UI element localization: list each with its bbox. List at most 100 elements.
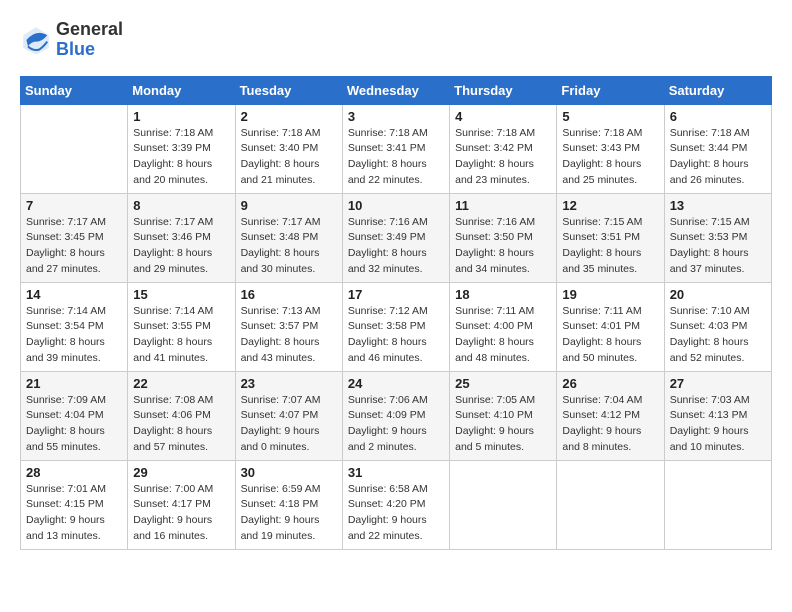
weekday-header-sunday: Sunday <box>21 76 128 104</box>
calendar-cell: 29Sunrise: 7:00 AM Sunset: 4:17 PM Dayli… <box>128 460 235 549</box>
weekday-header-friday: Friday <box>557 76 664 104</box>
calendar-cell: 30Sunrise: 6:59 AM Sunset: 4:18 PM Dayli… <box>235 460 342 549</box>
weekday-header-monday: Monday <box>128 76 235 104</box>
calendar-cell: 8 Sunrise: 7:17 AM Sunset: 3:46 PM Daylig… <box>128 193 235 282</box>
calendar-cell <box>664 460 771 549</box>
calendar-cell: 15 Sunrise: 7:14 AM Sunset: 3:55 PM Dayli… <box>128 282 235 371</box>
day-info: Sunrise: 7:08 AM Sunset: 4:06 PM Dayligh… <box>133 393 229 456</box>
day-number: 27 <box>670 376 766 391</box>
day-info: Sunrise: 7:13 AM Sunset: 3:57 PM Dayligh… <box>241 304 337 367</box>
logo-icon <box>20 24 52 56</box>
calendar-cell: 4Sunrise: 7:18 AM Sunset: 3:42 PM Daylig… <box>450 104 557 193</box>
day-info: Sunrise: 7:18 AM Sunset: 3:39 PM Dayligh… <box>133 126 229 189</box>
calendar-cell: 13Sunrise: 7:15 AM Sunset: 3:53 PM Dayli… <box>664 193 771 282</box>
day-number: 19 <box>562 287 658 302</box>
day-number: 23 <box>241 376 337 391</box>
logo-general: General <box>56 20 123 40</box>
day-number: 15 <box>133 287 229 302</box>
day-number: 10 <box>348 198 444 213</box>
calendar-cell: 27 Sunrise: 7:03 AM Sunset: 4:13 PM Dayli… <box>664 371 771 460</box>
page-header: GeneralBlue <box>20 20 772 60</box>
calendar-cell: 1 Sunrise: 7:18 AM Sunset: 3:39 PM Daylig… <box>128 104 235 193</box>
weekday-header-saturday: Saturday <box>664 76 771 104</box>
day-number: 2 <box>241 109 337 124</box>
calendar-cell: 3 Sunrise: 7:18 AM Sunset: 3:41 PM Daylig… <box>342 104 449 193</box>
day-info: Sunrise: 7:14 AM Sunset: 3:55 PM Dayligh… <box>133 304 229 367</box>
day-number: 11 <box>455 198 551 213</box>
calendar-cell: 24 Sunrise: 7:06 AM Sunset: 4:09 PM Dayli… <box>342 371 449 460</box>
weekday-header-row: SundayMondayTuesdayWednesdayThursdayFrid… <box>21 76 772 104</box>
day-number: 18 <box>455 287 551 302</box>
day-number: 20 <box>670 287 766 302</box>
day-info: Sunrise: 7:15 AM Sunset: 3:51 PM Dayligh… <box>562 215 658 278</box>
day-info: Sunrise: 7:04 AM Sunset: 4:12 PM Dayligh… <box>562 393 658 456</box>
day-info: Sunrise: 7:12 AM Sunset: 3:58 PM Dayligh… <box>348 304 444 367</box>
day-number: 26 <box>562 376 658 391</box>
day-number: 25 <box>455 376 551 391</box>
calendar-cell: 25Sunrise: 7:05 AM Sunset: 4:10 PM Dayli… <box>450 371 557 460</box>
calendar-cell: 23 Sunrise: 7:07 AM Sunset: 4:07 PM Dayli… <box>235 371 342 460</box>
calendar-cell <box>557 460 664 549</box>
day-info: Sunrise: 7:07 AM Sunset: 4:07 PM Dayligh… <box>241 393 337 456</box>
day-info: Sunrise: 7:03 AM Sunset: 4:13 PM Dayligh… <box>670 393 766 456</box>
calendar-cell: 19 Sunrise: 7:11 AM Sunset: 4:01 PM Dayli… <box>557 282 664 371</box>
calendar-cell: 18 Sunrise: 7:11 AM Sunset: 4:00 PM Dayli… <box>450 282 557 371</box>
day-number: 13 <box>670 198 766 213</box>
calendar-cell: 9Sunrise: 7:17 AM Sunset: 3:48 PM Daylig… <box>235 193 342 282</box>
day-info: Sunrise: 7:16 AM Sunset: 3:50 PM Dayligh… <box>455 215 551 278</box>
calendar-cell: 12 Sunrise: 7:15 AM Sunset: 3:51 PM Dayli… <box>557 193 664 282</box>
day-number: 21 <box>26 376 122 391</box>
day-info: Sunrise: 7:17 AM Sunset: 3:45 PM Dayligh… <box>26 215 122 278</box>
calendar-cell: 5Sunrise: 7:18 AM Sunset: 3:43 PM Daylig… <box>557 104 664 193</box>
day-info: Sunrise: 7:09 AM Sunset: 4:04 PM Dayligh… <box>26 393 122 456</box>
calendar-cell <box>21 104 128 193</box>
calendar-body: 1 Sunrise: 7:18 AM Sunset: 3:39 PM Daylig… <box>21 104 772 549</box>
day-number: 29 <box>133 465 229 480</box>
day-number: 31 <box>348 465 444 480</box>
day-info: Sunrise: 7:18 AM Sunset: 3:41 PM Dayligh… <box>348 126 444 189</box>
day-info: Sunrise: 7:11 AM Sunset: 4:00 PM Dayligh… <box>455 304 551 367</box>
calendar-cell: 11 Sunrise: 7:16 AM Sunset: 3:50 PM Dayli… <box>450 193 557 282</box>
day-info: Sunrise: 7:16 AM Sunset: 3:49 PM Dayligh… <box>348 215 444 278</box>
day-number: 7 <box>26 198 122 213</box>
weekday-header-wednesday: Wednesday <box>342 76 449 104</box>
day-number: 8 <box>133 198 229 213</box>
calendar-cell: 17 Sunrise: 7:12 AM Sunset: 3:58 PM Dayli… <box>342 282 449 371</box>
calendar-cell: 14 Sunrise: 7:14 AM Sunset: 3:54 PM Dayli… <box>21 282 128 371</box>
day-info: Sunrise: 7:11 AM Sunset: 4:01 PM Dayligh… <box>562 304 658 367</box>
day-info: Sunrise: 7:18 AM Sunset: 3:40 PM Dayligh… <box>241 126 337 189</box>
day-number: 24 <box>348 376 444 391</box>
calendar-cell <box>450 460 557 549</box>
day-number: 22 <box>133 376 229 391</box>
day-number: 17 <box>348 287 444 302</box>
day-number: 16 <box>241 287 337 302</box>
calendar-week-3: 14 Sunrise: 7:14 AM Sunset: 3:54 PM Dayli… <box>21 282 772 371</box>
calendar-week-1: 1 Sunrise: 7:18 AM Sunset: 3:39 PM Daylig… <box>21 104 772 193</box>
calendar-week-4: 21 Sunrise: 7:09 AM Sunset: 4:04 PM Dayli… <box>21 371 772 460</box>
day-info: Sunrise: 6:59 AM Sunset: 4:18 PM Dayligh… <box>241 482 337 545</box>
calendar-table: SundayMondayTuesdayWednesdayThursdayFrid… <box>20 76 772 550</box>
day-number: 3 <box>348 109 444 124</box>
calendar-header: SundayMondayTuesdayWednesdayThursdayFrid… <box>21 76 772 104</box>
calendar-cell: 22 Sunrise: 7:08 AM Sunset: 4:06 PM Dayli… <box>128 371 235 460</box>
calendar-cell: 10 Sunrise: 7:16 AM Sunset: 3:49 PM Dayli… <box>342 193 449 282</box>
day-info: Sunrise: 7:10 AM Sunset: 4:03 PM Dayligh… <box>670 304 766 367</box>
day-number: 12 <box>562 198 658 213</box>
calendar-cell: 31Sunrise: 6:58 AM Sunset: 4:20 PM Dayli… <box>342 460 449 549</box>
weekday-header-thursday: Thursday <box>450 76 557 104</box>
day-number: 14 <box>26 287 122 302</box>
day-number: 9 <box>241 198 337 213</box>
day-info: Sunrise: 7:17 AM Sunset: 3:46 PM Dayligh… <box>133 215 229 278</box>
calendar-cell: 16 Sunrise: 7:13 AM Sunset: 3:57 PM Dayli… <box>235 282 342 371</box>
day-info: Sunrise: 7:18 AM Sunset: 3:43 PM Dayligh… <box>562 126 658 189</box>
weekday-header-tuesday: Tuesday <box>235 76 342 104</box>
day-info: Sunrise: 7:18 AM Sunset: 3:44 PM Dayligh… <box>670 126 766 189</box>
calendar-cell: 2 Sunrise: 7:18 AM Sunset: 3:40 PM Daylig… <box>235 104 342 193</box>
day-number: 1 <box>133 109 229 124</box>
calendar-cell: 26 Sunrise: 7:04 AM Sunset: 4:12 PM Dayli… <box>557 371 664 460</box>
calendar-cell: 21 Sunrise: 7:09 AM Sunset: 4:04 PM Dayli… <box>21 371 128 460</box>
day-info: Sunrise: 7:06 AM Sunset: 4:09 PM Dayligh… <box>348 393 444 456</box>
calendar-week-5: 28Sunrise: 7:01 AM Sunset: 4:15 PM Dayli… <box>21 460 772 549</box>
day-info: Sunrise: 7:14 AM Sunset: 3:54 PM Dayligh… <box>26 304 122 367</box>
logo-text: GeneralBlue <box>56 20 123 60</box>
